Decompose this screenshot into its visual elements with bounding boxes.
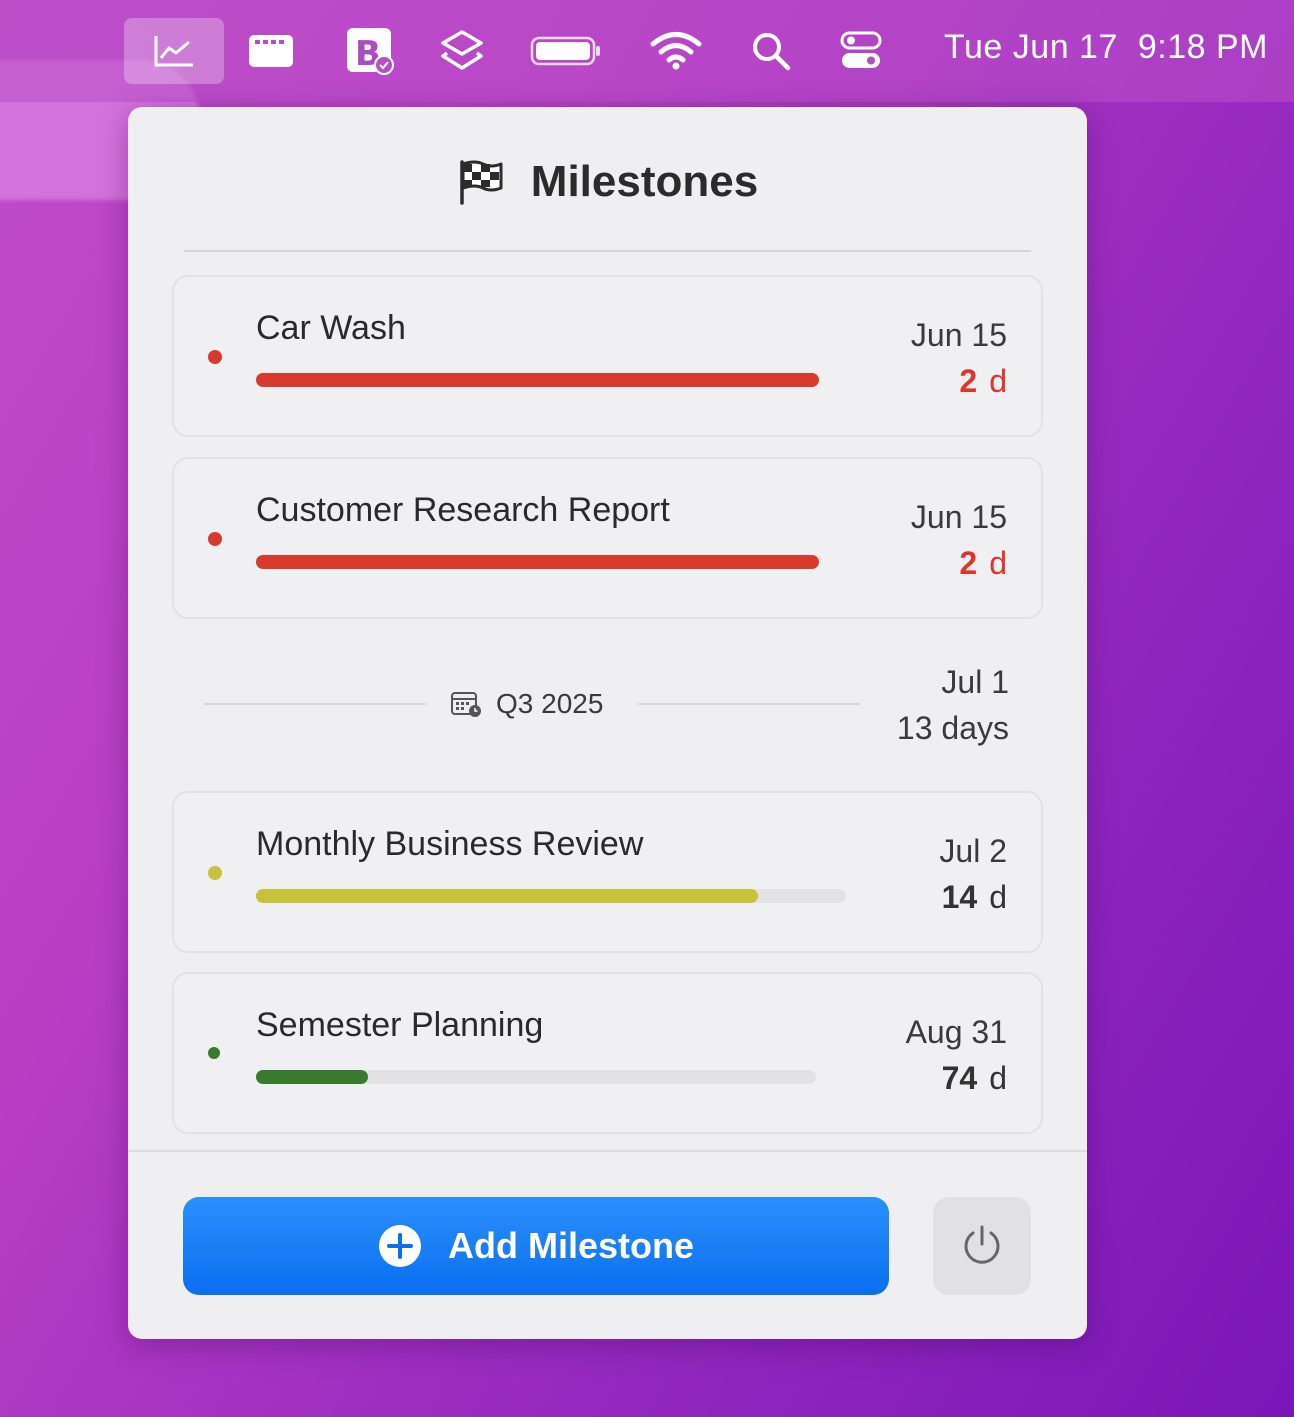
section-date: Jul 1 — [941, 664, 1009, 700]
days-unit: d — [989, 363, 1007, 399]
status-dot — [208, 532, 222, 546]
milestones-popover: Milestones Car Wash Jun 15 2d Customer R… — [128, 107, 1087, 1339]
section-line-right — [638, 703, 860, 705]
milestone-card[interactable]: Customer Research Report Jun 15 2d — [172, 457, 1043, 619]
menubar-wifi-item[interactable] — [648, 18, 704, 84]
milestone-name: Car Wash — [256, 309, 406, 347]
menubar-battery-item[interactable] — [528, 18, 604, 84]
menubar-search-item[interactable] — [748, 18, 794, 84]
progress-track — [256, 373, 819, 387]
section-label: Q3 2025 — [450, 688, 603, 720]
calendar-icon — [451, 692, 481, 717]
menubar-control-center-item[interactable] — [836, 18, 886, 84]
wifi-icon — [650, 32, 702, 70]
section-days: 13 days — [896, 710, 1009, 746]
milestone-name: Monthly Business Review — [256, 825, 644, 863]
section-line-left — [204, 703, 426, 705]
status-dot — [208, 350, 222, 364]
days-number: 14 — [941, 879, 978, 915]
menubar-calendar-item[interactable] — [240, 18, 302, 84]
progress-fill — [256, 1070, 368, 1084]
battery-icon — [530, 36, 600, 66]
milestone-date: Jul 2 — [939, 833, 1007, 869]
progress-track — [256, 555, 819, 569]
menubar-book-item[interactable]: B — [340, 18, 400, 84]
progress-fill — [256, 555, 819, 569]
calendar-bar-icon — [249, 35, 293, 67]
milestone-name: Customer Research Report — [256, 491, 670, 529]
progress-fill — [256, 373, 819, 387]
add-milestone-button[interactable]: Add Milestone — [183, 1197, 889, 1295]
milestone-days: 74 d — [942, 1060, 1007, 1097]
menu-bar: B Tue Jun 17 9:18 PM — [0, 0, 1294, 102]
milestone-card[interactable]: Monthly Business Review Jul 2 14 d — [172, 791, 1043, 953]
control-center-icon — [840, 31, 882, 68]
days-unit: d — [989, 879, 1007, 915]
status-dot — [208, 866, 222, 880]
footer-divider — [128, 1150, 1087, 1152]
power-icon — [964, 1225, 1000, 1264]
progress-track — [256, 889, 846, 903]
add-milestone-label: Add Milestone — [447, 1225, 694, 1266]
progress-track — [256, 1070, 816, 1084]
milestone-days: 2d — [959, 363, 1007, 400]
milestone-card[interactable]: Semester Planning Aug 31 74 d — [172, 972, 1043, 1134]
search-icon — [753, 33, 791, 71]
milestone-date: Jun 15 — [910, 499, 1007, 535]
status-dot — [208, 1047, 220, 1059]
checkered-flag-icon — [460, 160, 503, 205]
panel-title-text: Milestones — [530, 157, 759, 206]
plus-circle-icon — [378, 1225, 421, 1267]
panel-title: Milestones — [128, 157, 1087, 207]
milestone-card[interactable]: Car Wash Jun 15 2d — [172, 275, 1043, 437]
chart-icon — [154, 36, 193, 67]
clock-date: Tue Jun 17 — [944, 28, 1118, 66]
section-label-text: Q3 2025 — [496, 688, 604, 719]
book-check-icon: B — [347, 28, 394, 75]
menubar-clock[interactable]: Tue Jun 17 9:18 PM — [944, 28, 1268, 67]
milestone-name: Semester Planning — [256, 1006, 544, 1044]
milestone-days: 2d — [959, 545, 1007, 582]
menubar-stack-item[interactable] — [436, 18, 488, 84]
milestone-days: 14 d — [942, 879, 1007, 916]
quit-button[interactable] — [933, 1197, 1031, 1295]
days-number: 74 — [941, 1060, 978, 1096]
stack-icon — [441, 30, 483, 70]
title-divider — [184, 250, 1031, 252]
milestone-date: Aug 31 — [905, 1014, 1007, 1050]
progress-fill — [256, 889, 758, 903]
clock-time: 9:18 PM — [1137, 28, 1268, 66]
days-unit: d — [989, 545, 1007, 581]
days-number: 2 — [959, 363, 978, 399]
milestone-date: Jun 15 — [910, 317, 1007, 353]
days-unit: d — [989, 1060, 1007, 1096]
menubar-chart-item[interactable] — [124, 18, 224, 84]
quarter-section-header: Q3 2025 Jul 1 13 days — [204, 662, 1011, 752]
days-number: 2 — [959, 545, 978, 581]
